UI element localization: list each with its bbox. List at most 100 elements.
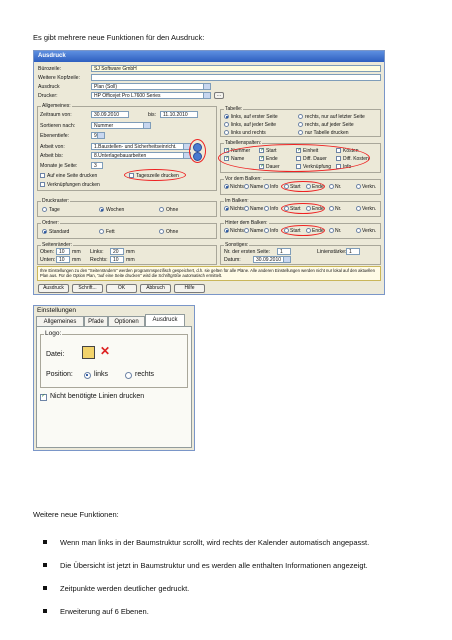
mm-label-4: mm xyxy=(126,257,135,263)
im-balken-radio-1[interactable] xyxy=(244,206,249,211)
rechts-field[interactable]: 10 xyxy=(110,256,124,263)
hinter-balken-radio-5[interactable] xyxy=(329,228,334,233)
ausdruck-button[interactable]: Ausdruck xyxy=(38,284,69,293)
abbruch-button[interactable]: Abbruch xyxy=(140,284,171,293)
position-rechts-radio[interactable] xyxy=(125,372,132,379)
tabelle-radio-6[interactable] xyxy=(298,130,303,135)
hinter-balken-opt: Nr. xyxy=(335,228,342,234)
highlight-balken xyxy=(281,181,325,192)
tab-opt-3: links, auf jeder Seite xyxy=(231,122,277,128)
linienstaerke-field[interactable]: 1 xyxy=(346,248,360,255)
vor-balken-title: Vor dem Balken: xyxy=(224,176,263,182)
vor-balken-opt: Verkn. xyxy=(362,184,377,190)
delete-icon[interactable]: ✕ xyxy=(100,344,110,358)
ordner-ohne-radio[interactable] xyxy=(159,229,164,234)
hinter-balken-opt: Verkn. xyxy=(362,228,377,234)
ok-button[interactable]: OK xyxy=(106,284,137,293)
erste-seite-field[interactable]: 1 xyxy=(277,248,291,255)
links-field[interactable]: 20 xyxy=(110,248,124,255)
weitere-heading: Weitere neue Funktionen: xyxy=(33,510,119,519)
hilfe-button[interactable]: Hilfe xyxy=(174,284,205,293)
verkn-checkbox[interactable] xyxy=(40,182,45,187)
ordner-title: Ordner: xyxy=(41,220,60,226)
vor-balken-radio-0[interactable] xyxy=(224,184,229,189)
datei-label: Datei: xyxy=(46,351,65,358)
tabelle-radio-5[interactable] xyxy=(224,130,229,135)
kopfzeile-field[interactable] xyxy=(91,74,381,81)
nicht-benoetigte-checkbox[interactable] xyxy=(40,393,47,401)
links-label: Links: xyxy=(90,249,104,255)
tabelle-radio-3[interactable] xyxy=(224,122,229,127)
ausdruck-dialog: Ausdruck Bürozeile: SJ Software GmbH Wei… xyxy=(33,50,385,295)
zeitraum-von-field[interactable]: 30.09.2010 xyxy=(91,111,129,118)
im-balken-opt: Name xyxy=(250,206,264,212)
vor-balken-radio-5[interactable] xyxy=(329,184,334,189)
tab-optionen[interactable]: Optionen xyxy=(108,316,145,326)
highlight-balken xyxy=(281,203,325,214)
eine-seite-label: Auf eine Seite drucken xyxy=(47,173,98,179)
tabelle-radio-2[interactable] xyxy=(298,114,303,119)
arbeit-bis-select[interactable]: 8.Unterlagebauarbeiten xyxy=(91,152,191,159)
tab-opt-4: rechts, auf jeder Seite xyxy=(305,122,354,128)
hinter-balken-radio-0[interactable] xyxy=(224,228,229,233)
drucker-browse-button[interactable]: ... xyxy=(214,92,224,99)
hinter-balken-opt: Name xyxy=(250,228,264,234)
highlight-spalten xyxy=(218,144,370,172)
tab-allgemeines[interactable]: Allgemeines xyxy=(36,316,84,326)
buero-field[interactable]: SJ Software GmbH xyxy=(91,65,381,72)
ordner-ohne: Ohne xyxy=(166,229,179,235)
vor-balken-radio-1[interactable] xyxy=(244,184,249,189)
im-balken-radio-2[interactable] xyxy=(264,206,269,211)
bis-label: bis: xyxy=(148,112,157,118)
hinter-balken-radio-1[interactable] xyxy=(244,228,249,233)
ausdruck-select[interactable]: Plan (Soll) xyxy=(91,83,211,90)
list-item: Die Übersicht ist jetzt in Baumstruktur … xyxy=(43,561,369,584)
ausdruck-label: Ausdruck xyxy=(38,84,60,90)
mm-label-2: mm xyxy=(126,249,135,255)
tabelle-radio-4[interactable] xyxy=(298,122,303,127)
sonstiges-title: Sonstiges: xyxy=(224,242,250,248)
mm-label-3: mm xyxy=(72,257,81,263)
position-links-radio[interactable] xyxy=(84,372,91,379)
raster-wochen-radio[interactable] xyxy=(99,207,104,212)
im-balken-radio-5[interactable] xyxy=(329,206,334,211)
vor-balken-opt: Name xyxy=(250,184,264,190)
unten-field[interactable]: 10 xyxy=(56,256,70,263)
sort-select[interactable]: Nummer xyxy=(91,122,151,129)
tab-opt-1: links, auf erster Seite xyxy=(231,114,278,120)
info-box: Ihre Einstellungen zu den "Seitenrändern… xyxy=(37,266,381,281)
ebene-select[interactable]: 9 xyxy=(91,132,105,139)
schrift-button[interactable]: Schrift... xyxy=(72,284,103,293)
monate-spinner[interactable]: 3 xyxy=(91,162,103,169)
hinter-balken-radio-6[interactable] xyxy=(356,228,361,233)
tabelle-radio-1[interactable] xyxy=(224,114,229,119)
zeitraum-bis-field[interactable]: 11.10.2010 xyxy=(160,111,198,118)
arbeit-von-select[interactable]: 1.Baustellen- und Sicherheitseinricht. xyxy=(91,143,191,150)
logo-group: Logo: xyxy=(40,330,188,388)
eine-seite-checkbox[interactable] xyxy=(40,173,45,178)
ordner-standard-radio[interactable] xyxy=(42,229,47,234)
datum-field[interactable]: 30.09.2010 xyxy=(253,256,291,263)
tab-opt-5: links und rechts xyxy=(231,130,266,136)
vor-balken-opt: Info xyxy=(270,184,279,190)
hinter-balken-opt: Info xyxy=(270,228,279,234)
vor-balken-radio-2[interactable] xyxy=(264,184,269,189)
druckraster-title: Druckraster: xyxy=(41,198,71,204)
tab-pfade[interactable]: Pfade xyxy=(84,316,108,326)
raster-ohne-radio[interactable] xyxy=(159,207,164,212)
im-balken-radio-6[interactable] xyxy=(356,206,361,211)
im-balken-radio-0[interactable] xyxy=(224,206,229,211)
tab-ausdruck[interactable]: Ausdruck xyxy=(145,314,185,326)
oben-field[interactable]: 10 xyxy=(56,248,70,255)
linienstaerke-label: Linienstärke: xyxy=(317,249,347,255)
raster-tage: Tage xyxy=(49,207,60,213)
feature-list: Wenn man links in der Baumstruktur scrol… xyxy=(43,538,369,630)
vor-balken-radio-6[interactable] xyxy=(356,184,361,189)
folder-icon[interactable] xyxy=(82,346,95,359)
list-item: Erweiterung auf 6 Ebenen. xyxy=(43,607,369,630)
ordner-fett-radio[interactable] xyxy=(99,229,104,234)
drucker-select[interactable]: HP Officejet Pro L7600 Series xyxy=(91,92,211,99)
raster-tage-radio[interactable] xyxy=(42,207,47,212)
ebene-label: Ebenentiefe: xyxy=(40,133,70,139)
hinter-balken-radio-2[interactable] xyxy=(264,228,269,233)
